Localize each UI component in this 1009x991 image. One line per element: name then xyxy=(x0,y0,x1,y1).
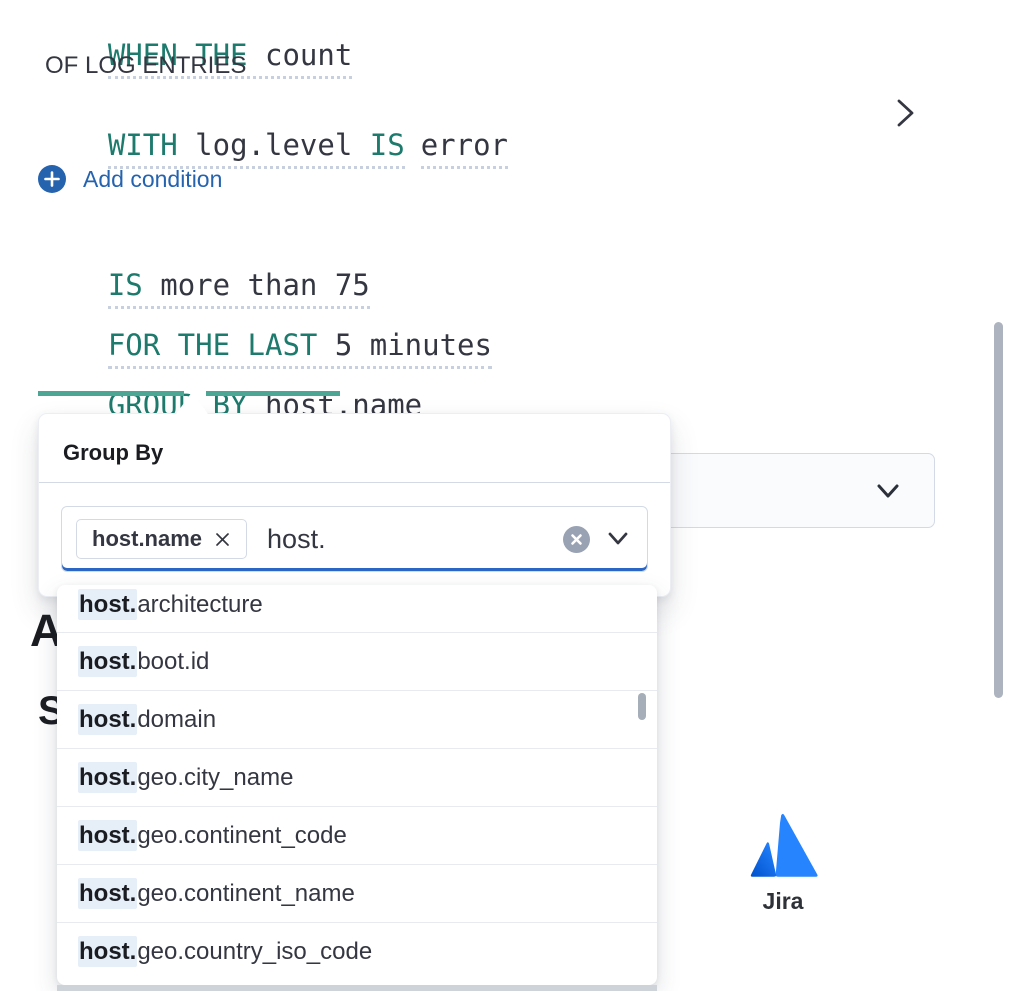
suggestion-label: boot.id xyxy=(137,648,209,675)
chevron-down-icon xyxy=(874,480,902,502)
match-prefix: host. xyxy=(78,936,137,967)
group-by-active-underline-left xyxy=(38,391,184,396)
suggestion-host-geo-country-iso-code[interactable]: host.geo.country_iso_code xyxy=(57,922,657,980)
match-prefix: host. xyxy=(78,589,137,620)
add-condition-label: Add condition xyxy=(83,164,222,194)
jira-connector-label: Jira xyxy=(718,888,848,915)
suggestion-label: geo.continent_code xyxy=(137,822,347,849)
keyword-with: WITH xyxy=(108,128,195,162)
suggestion-label: architecture xyxy=(137,591,262,618)
suggestion-label: geo.continent_name xyxy=(137,880,355,907)
popover-title: Group By xyxy=(39,414,670,483)
field-search-input[interactable]: host. xyxy=(267,524,563,555)
of-log-entries-label: OF LOG ENTRIES xyxy=(45,50,246,82)
popover-arrow xyxy=(176,392,208,414)
suggestion-label: geo.city_name xyxy=(137,764,293,791)
count-value: count xyxy=(248,38,353,72)
group-by-combobox[interactable]: host.name host. xyxy=(61,506,648,572)
expand-row-chevron-icon[interactable] xyxy=(892,96,918,130)
match-prefix: host. xyxy=(78,878,137,909)
match-prefix: host. xyxy=(78,820,137,851)
suggestion-host-domain[interactable]: host.domain xyxy=(57,690,657,748)
match-prefix: host. xyxy=(78,762,137,793)
plus-circle-icon xyxy=(38,165,66,193)
clear-selection-button[interactable] xyxy=(563,526,590,553)
page-scrollbar-thumb[interactable] xyxy=(994,322,1003,698)
clear-x-icon xyxy=(570,533,583,546)
combobox-caret-icon[interactable] xyxy=(605,529,631,549)
suggestion-host-architecture[interactable]: host.architecture xyxy=(57,585,657,632)
suggestion-host-geo-continent-code[interactable]: host.geo.continent_code xyxy=(57,806,657,864)
group-by-active-underline-right xyxy=(206,391,340,396)
field-suggestions-dropdown: host.architecture host.boot.id host.doma… xyxy=(57,585,657,985)
suggestion-host-geo-city-name[interactable]: host.geo.city_name xyxy=(57,748,657,806)
alert-rule-builder-screen: WHEN THE count OF LOG ENTRIES WITH log.l… xyxy=(0,0,1009,991)
condition-value: error xyxy=(421,128,508,169)
suggestion-host-boot-id[interactable]: host.boot.id xyxy=(57,632,657,690)
selected-field-pill[interactable]: host.name xyxy=(76,519,247,559)
keyword-is: IS xyxy=(352,128,404,162)
condition-field: log.level xyxy=(195,128,352,162)
match-prefix: host. xyxy=(78,704,137,735)
selected-field-pill-label: host.name xyxy=(92,526,202,552)
group-by-popover: Group By host.name host. xyxy=(38,413,671,597)
jira-logo-icon xyxy=(747,812,819,880)
suggestion-label: geo.country_iso_code xyxy=(137,938,372,965)
add-condition-button[interactable]: Add condition xyxy=(38,164,222,194)
partially-visible-suggestion-row xyxy=(57,985,657,991)
suggestion-label: domain xyxy=(137,706,216,733)
suggestion-host-geo-continent-name[interactable]: host.geo.continent_name xyxy=(57,864,657,922)
dropdown-scrollbar-thumb[interactable] xyxy=(638,693,646,720)
match-prefix: host. xyxy=(78,646,137,677)
remove-pill-icon[interactable] xyxy=(214,531,231,548)
jira-connector-card[interactable]: Jira xyxy=(718,812,848,915)
